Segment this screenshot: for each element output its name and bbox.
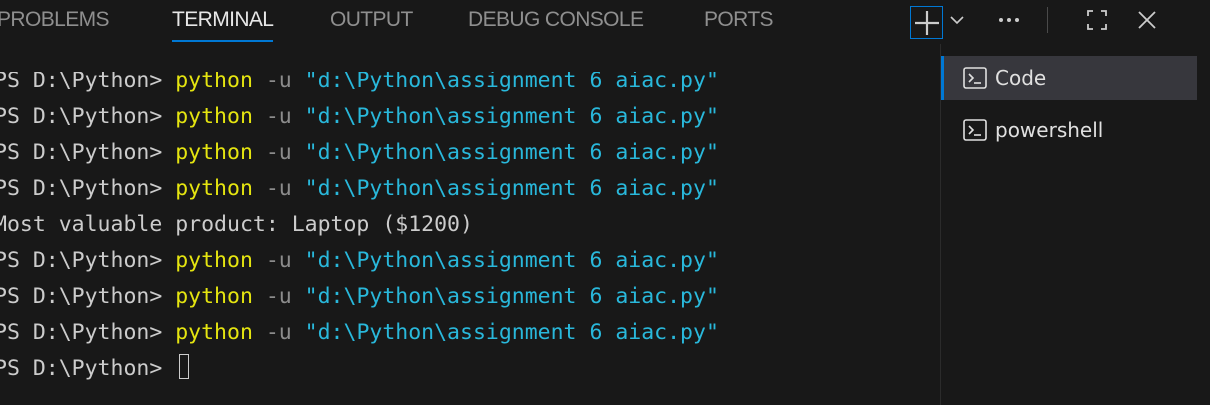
command: python: [175, 140, 253, 165]
maximize-panel-button[interactable]: [1080, 0, 1114, 40]
terminal-line: PS D:\Python> python -u "d:\Python\assig…: [0, 243, 719, 279]
command-argument: "d:\Python\assignment 6 aiac.py": [304, 140, 719, 165]
command-argument: "d:\Python\assignment 6 aiac.py": [304, 72, 719, 93]
command: python: [175, 248, 253, 273]
tab-output-label: OUTPUT: [330, 8, 413, 31]
terminal-line: PS D:\Python> python -u "d:\Python\assig…: [0, 315, 719, 351]
command-flag: -u: [252, 104, 305, 129]
command: python: [175, 72, 253, 93]
terminal-list-item-label: powershell: [995, 118, 1104, 142]
prompt: PS D:\Python>: [0, 248, 176, 273]
command: python: [175, 284, 253, 309]
close-icon: [1138, 11, 1156, 29]
terminal-line: PS D:\Python> python -u "d:\Python\assig…: [0, 72, 719, 99]
panel-tab-bar: PROBLEMS TERMINAL OUTPUT DEBUG CONSOLE P…: [0, 0, 1210, 44]
chevron-down-icon: [950, 16, 964, 25]
terminal-cursor: [179, 354, 190, 379]
tab-problems[interactable]: PROBLEMS: [0, 0, 110, 44]
prompt: PS D:\Python>: [0, 104, 176, 129]
maximize-icon: [1087, 10, 1107, 30]
prompt: PS D:\Python>: [0, 72, 176, 93]
terminal-list-item-label: Code: [995, 66, 1047, 90]
command-argument: "d:\Python\assignment 6 aiac.py": [304, 248, 719, 273]
tab-output[interactable]: OUTPUT: [330, 0, 413, 44]
command: python: [175, 320, 253, 345]
prompt: PS D:\Python>: [0, 320, 176, 345]
command-flag: -u: [252, 320, 305, 345]
prompt: PS D:\Python>: [0, 284, 176, 309]
ellipsis-icon: [999, 18, 1019, 22]
terminal-input-line[interactable]: PS D:\Python>: [0, 351, 190, 387]
prompt: PS D:\Python>: [0, 176, 176, 201]
terminal-icon: [963, 67, 987, 89]
tab-ports-label: PORTS: [704, 8, 774, 31]
toolbar-separator: [1047, 7, 1048, 33]
terminal-list-item-powershell[interactable]: powershell: [941, 108, 1197, 152]
more-actions-button[interactable]: [992, 0, 1026, 40]
command-argument: "d:\Python\assignment 6 aiac.py": [304, 284, 719, 309]
terminal-profile-dropdown[interactable]: [946, 0, 968, 40]
terminal-icon: [963, 119, 987, 141]
terminal-output-line: Most valuable product: Laptop ($1200): [0, 207, 473, 243]
prompt: PS D:\Python>: [0, 356, 176, 381]
terminal-line: PS D:\Python> python -u "d:\Python\assig…: [0, 135, 719, 171]
command-flag: -u: [252, 72, 305, 93]
command-argument: "d:\Python\assignment 6 aiac.py": [304, 104, 719, 129]
terminal-list-item-code[interactable]: Code: [941, 56, 1197, 100]
terminal-panel: PROBLEMS TERMINAL OUTPUT DEBUG CONSOLE P…: [0, 0, 1210, 405]
new-terminal-button[interactable]: [910, 6, 943, 39]
plus-icon: [914, 10, 939, 35]
terminal-line: PS D:\Python> python -u "d:\Python\assig…: [0, 279, 719, 315]
tab-terminal[interactable]: TERMINAL: [172, 0, 274, 44]
tab-debug-console-label: DEBUG CONSOLE: [468, 8, 644, 31]
prompt: PS D:\Python>: [0, 140, 176, 165]
close-panel-button[interactable]: [1130, 0, 1164, 40]
command-argument: "d:\Python\assignment 6 aiac.py": [304, 176, 719, 201]
terminal-output[interactable]: PS D:\Python> python -u "d:\Python\assig…: [0, 72, 940, 405]
active-tab-indicator: [172, 40, 274, 42]
command-flag: -u: [252, 140, 305, 165]
command-flag: -u: [252, 248, 305, 273]
command-argument: "d:\Python\assignment 6 aiac.py": [304, 320, 719, 345]
command: python: [175, 176, 253, 201]
terminal-line: PS D:\Python> python -u "d:\Python\assig…: [0, 99, 719, 135]
command: python: [175, 104, 253, 129]
tab-problems-label: PROBLEMS: [0, 8, 110, 31]
tab-debug-console[interactable]: DEBUG CONSOLE: [468, 0, 644, 44]
command-flag: -u: [252, 176, 305, 201]
tab-ports[interactable]: PORTS: [704, 0, 774, 44]
terminal-line: PS D:\Python> python -u "d:\Python\assig…: [0, 171, 719, 207]
program-output: Most valuable product: Laptop ($1200): [0, 212, 473, 237]
command-flag: -u: [252, 284, 305, 309]
tab-terminal-label: TERMINAL: [172, 8, 274, 31]
